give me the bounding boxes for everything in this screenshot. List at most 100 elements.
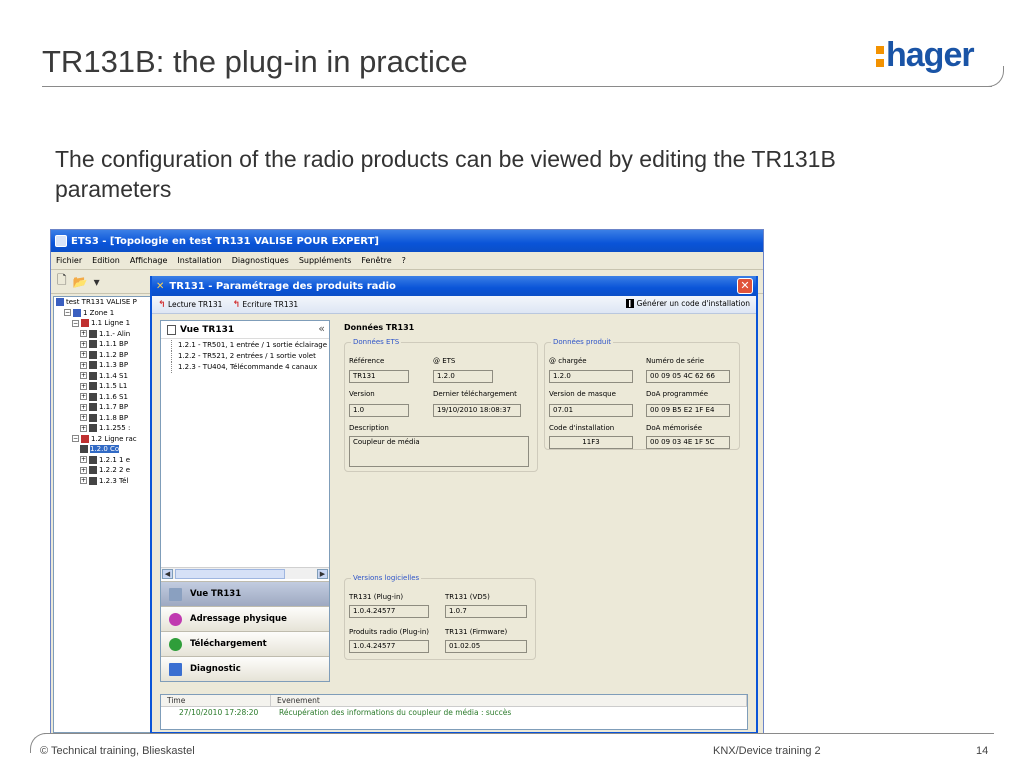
last-download-field: 19/10/2010 18:08:37 xyxy=(433,404,521,417)
scroll-right-icon[interactable]: ▶ xyxy=(317,569,328,579)
nav-telechargement-label: Téléchargement xyxy=(190,639,267,649)
tree-item[interactable]: − 1.2 Ligne rac xyxy=(54,434,150,445)
tree-item[interactable]: +1.1.2 BP xyxy=(54,350,150,361)
expand-icon[interactable]: + xyxy=(80,382,87,390)
log-col-event: Evenement xyxy=(271,695,747,706)
version-field: 1.0 xyxy=(349,404,409,417)
tree-item-label: 1.1.1 BP xyxy=(99,340,129,348)
tree-item[interactable]: +1.1.4 S1 xyxy=(54,371,150,382)
menu-diagnostiques[interactable]: Diagnostiques xyxy=(231,256,290,265)
tree-item[interactable]: +1.1.1 BP xyxy=(54,339,150,350)
open-folder-icon[interactable]: 📂 xyxy=(73,275,88,289)
doa-programmed-label: DoA programmée xyxy=(646,390,708,398)
tree-item[interactable]: +1.2.2 2 e xyxy=(54,465,150,476)
device-icon xyxy=(80,445,88,453)
device-item-tu404[interactable]: 1.2.3 - TU404, Télécommande 4 canaux xyxy=(171,362,329,373)
radio-plugin-field: 1.0.4.24577 xyxy=(349,640,429,653)
intro-text: The configuration of the radio products … xyxy=(55,146,836,202)
expand-icon[interactable]: + xyxy=(80,340,87,348)
doa-programmed-field: 00 09 B5 E2 1F E4 xyxy=(646,404,730,417)
tree-item-label: 1.1.255 : xyxy=(99,424,131,432)
nav-diagnostic[interactable]: Diagnostic xyxy=(161,656,329,681)
expand-icon[interactable]: + xyxy=(80,372,87,379)
logo-dots xyxy=(876,46,885,72)
ets-address-field: 1.2.0 xyxy=(433,370,493,383)
device-icon xyxy=(89,476,97,485)
nav-vue-tr131-label: Vue TR131 xyxy=(190,589,242,599)
line-icon xyxy=(81,319,89,327)
tree-item[interactable]: +1.1.3 BP xyxy=(54,360,150,371)
tree-item[interactable]: +1.1.- Alin xyxy=(54,329,150,340)
menu-affichage[interactable]: Affichage xyxy=(129,256,169,265)
version-label: Version xyxy=(349,390,375,398)
scroll-thumb[interactable] xyxy=(175,569,285,579)
expand-icon[interactable]: + xyxy=(80,477,87,484)
tree-item[interactable]: +1.1.255 : xyxy=(54,423,150,434)
nav-adressage-physique[interactable]: Adressage physique xyxy=(161,606,329,631)
tree-item[interactable]: − 1.1 Ligne 1 xyxy=(54,318,150,329)
description-label: Description xyxy=(349,424,389,432)
menu-supplements[interactable]: Suppléments xyxy=(298,256,353,265)
expand-icon[interactable]: + xyxy=(80,414,87,421)
expand-icon[interactable]: + xyxy=(80,424,87,432)
tree-item[interactable]: +1.1.8 BP xyxy=(54,413,150,424)
tree-item[interactable]: test TR131 VALISE P xyxy=(54,297,150,308)
menu-edition[interactable]: Edition xyxy=(91,256,121,265)
nav-telechargement[interactable]: Téléchargement xyxy=(161,631,329,656)
device-item-tr521[interactable]: 1.2.2 - TR521, 2 entrées / 1 sortie vole… xyxy=(171,351,329,362)
loaded-address-label: @ chargée xyxy=(549,357,587,365)
vue-panel-title: Vue TR131 xyxy=(180,324,235,335)
menu-help[interactable]: ? xyxy=(401,256,407,265)
tree-item[interactable]: +1.1.6 S1 xyxy=(54,392,150,403)
read-tr131-label: Lecture TR131 xyxy=(167,299,223,309)
expand-icon[interactable]: + xyxy=(80,351,87,358)
tree-item[interactable]: +1.1.7 BP xyxy=(54,402,150,413)
menu-fenetre[interactable]: Fenêtre xyxy=(360,256,392,265)
expand-icon[interactable]: + xyxy=(80,466,87,474)
tree-item[interactable]: +1.2.1 1 e xyxy=(54,455,150,466)
tree-item[interactable]: 1.2.0 Co xyxy=(54,444,150,455)
dialog-toolbar: ↰ Lecture TR131 ↰ Ecriture TR131 Générer… xyxy=(152,296,756,314)
dialog-titlebar[interactable]: ✕ TR131 - Paramétrage des produits radio… xyxy=(152,276,756,296)
log-row: 27/10/2010 17:28:20 Récupération des inf… xyxy=(161,707,747,718)
device-icon xyxy=(89,466,97,474)
download-icon xyxy=(169,637,182,651)
expand-icon[interactable]: + xyxy=(80,456,87,463)
device-icon xyxy=(89,392,97,401)
device-icon xyxy=(89,382,97,390)
expand-icon[interactable]: + xyxy=(80,403,87,411)
footer-page-number: 14 xyxy=(976,745,989,757)
expand-icon[interactable]: + xyxy=(80,361,87,369)
tree-item-label: 1.1.2 BP xyxy=(99,350,129,359)
ets3-titlebar[interactable]: ETS3 - [Topologie en test TR131 VALISE P… xyxy=(51,230,763,252)
tree-item[interactable]: +1.2.3 Tél xyxy=(54,476,150,487)
event-log: Time Evenement 27/10/2010 17:28:20 Récup… xyxy=(160,694,748,730)
write-tr131-button[interactable]: ↰ Ecriture TR131 xyxy=(232,300,298,310)
tree-item[interactable]: +1.1.5 L1 xyxy=(54,381,150,392)
collapse-icon[interactable]: − xyxy=(64,309,71,316)
footer-copyright: © Technical training, Blieskastel xyxy=(40,745,195,757)
vue-panel-header: Vue TR131 « xyxy=(161,321,329,339)
expand-icon[interactable]: + xyxy=(80,330,87,337)
device-icon xyxy=(89,413,97,422)
nav-vue-tr131[interactable]: Vue TR131 xyxy=(161,581,329,606)
view-dropdown-icon[interactable]: ▾ xyxy=(94,275,100,289)
collapse-button[interactable]: « xyxy=(318,322,325,335)
collapse-icon[interactable]: − xyxy=(72,435,79,442)
expand-icon[interactable]: + xyxy=(80,393,87,400)
scroll-left-icon[interactable]: ◀ xyxy=(162,569,173,579)
view-icon xyxy=(169,587,182,601)
tree-item-label: 1.2.0 Co xyxy=(90,445,120,453)
generate-code-button[interactable]: Générer un code d'installation xyxy=(625,299,750,308)
serial-number-label: Numéro de série xyxy=(646,357,705,365)
close-button[interactable]: ✕ xyxy=(737,278,753,294)
horizontal-scrollbar[interactable]: ◀ ▶ xyxy=(161,567,329,579)
collapse-icon[interactable]: − xyxy=(72,319,79,327)
menu-installation[interactable]: Installation xyxy=(176,256,222,265)
new-document-icon[interactable]: 🗋 xyxy=(57,271,67,292)
menu-fichier[interactable]: Fichier xyxy=(55,256,83,265)
read-tr131-button[interactable]: ↰ Lecture TR131 xyxy=(158,300,222,310)
device-item-tr501[interactable]: 1.2.1 - TR501, 1 entrée / 1 sortie éclai… xyxy=(171,340,329,351)
hager-logo: hager xyxy=(876,36,988,76)
tree-item[interactable]: − 1 Zone 1 xyxy=(54,308,150,319)
